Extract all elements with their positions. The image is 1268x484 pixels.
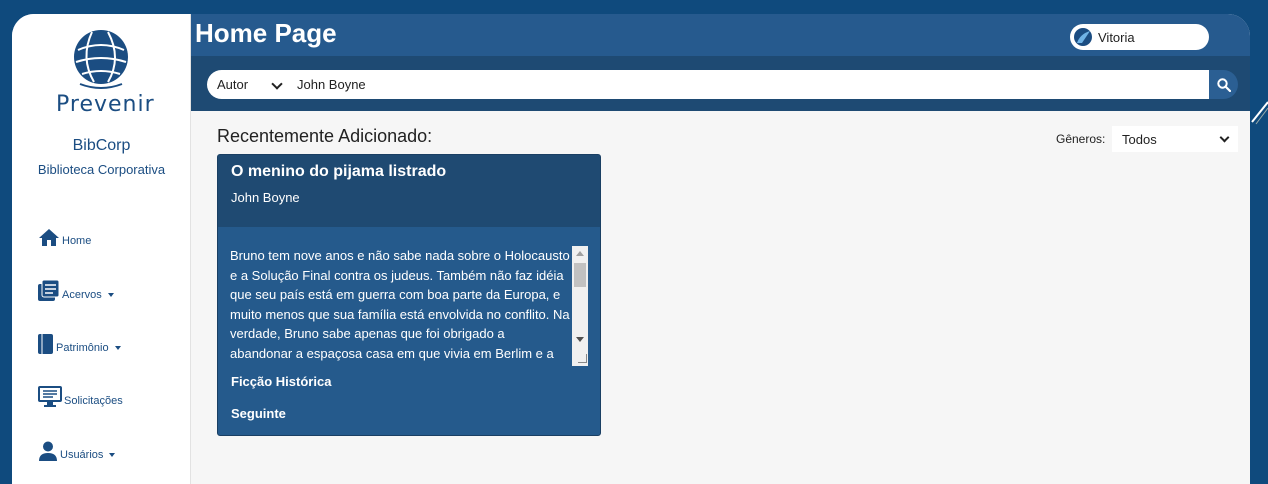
window-edge-decoration	[1251, 101, 1268, 125]
book-card-header: O menino do pijama listrado John Boyne	[218, 155, 600, 227]
section-title: Recentemente Adicionado:	[217, 126, 433, 146]
books-icon	[38, 280, 60, 301]
user-icon	[39, 441, 57, 461]
user-name: Vitoria	[1098, 29, 1135, 45]
logo-text: Prevenir	[56, 92, 155, 117]
scroll-down-arrow-icon[interactable]	[576, 337, 584, 342]
sidebar-item-label: Solicitações	[64, 395, 123, 407]
sidebar-item-usuarios[interactable]: Usuários	[38, 441, 116, 461]
org-name: BibCorp	[72, 137, 131, 154]
chevron-down-icon	[271, 78, 283, 90]
book-status: Seguinte	[231, 406, 286, 421]
genre-select[interactable]: Todos	[1112, 126, 1238, 152]
scroll-thumb[interactable]	[574, 263, 586, 287]
scroll-up-arrow-icon[interactable]	[576, 251, 584, 256]
book-title: O menino do pijama listrado	[231, 163, 447, 180]
chevron-down-icon	[114, 346, 121, 350]
chevron-down-icon	[1219, 132, 1230, 143]
genre-label: Gêneros:	[1056, 132, 1106, 146]
search-filter-select[interactable]: Autor	[207, 70, 287, 99]
sidebar-item-solicitacoes[interactable]: Solicitações	[38, 386, 123, 407]
sidebar-item-label: Home	[62, 235, 92, 247]
sidebar-item-label: Acervos	[62, 289, 102, 301]
sidebar-item-label: Patrimônio	[56, 342, 109, 354]
book-genre: Ficção Histórica	[231, 374, 332, 389]
sidebar: Prevenir BibCorp Biblioteca Corporativa …	[12, 14, 191, 484]
genre-select-value: Todos	[1122, 131, 1157, 147]
sidebar-item-acervos[interactable]: Acervos	[38, 280, 114, 301]
book-author: John Boyne	[231, 190, 300, 205]
page-title: Home Page	[195, 18, 337, 48]
search-bar: Autor	[191, 56, 1250, 111]
book-card[interactable]: O menino do pijama listrado John Boyne B…	[217, 154, 601, 436]
sidebar-item-label: Usuários	[60, 449, 104, 461]
search-button[interactable]	[1209, 70, 1238, 99]
sidebar-item-home[interactable]: Home	[38, 228, 91, 247]
book-icon	[38, 334, 53, 354]
search-filter-value: Autor	[217, 77, 249, 92]
chevron-down-icon	[107, 293, 114, 297]
org-subtitle: Biblioteca Corporativa	[37, 162, 166, 177]
resize-grip-icon[interactable]	[578, 354, 587, 363]
brand-logo[interactable]: Prevenir	[56, 28, 155, 128]
home-icon	[39, 229, 59, 246]
monitor-icon	[38, 386, 62, 407]
chevron-down-icon	[109, 453, 116, 457]
synopsis-textarea[interactable]: Bruno tem nove anos e não sabe nada sobr…	[230, 246, 588, 366]
search-icon	[1216, 77, 1231, 92]
top-header: Home Page Vitoria Autor	[191, 14, 1250, 111]
avatar-icon	[1077, 31, 1090, 43]
app-window: Prevenir BibCorp Biblioteca Corporativa …	[12, 14, 1250, 484]
avatar	[1074, 28, 1092, 46]
user-menu[interactable]: Vitoria	[1070, 24, 1209, 50]
sidebar-item-patrimonio[interactable]: Patrimônio	[38, 334, 121, 354]
globe-logo-icon	[74, 30, 128, 89]
book-synopsis: Bruno tem nove anos e não sabe nada sobr…	[230, 248, 570, 366]
synopsis-scrollbar[interactable]	[572, 246, 588, 366]
search-input[interactable]	[287, 70, 1209, 99]
